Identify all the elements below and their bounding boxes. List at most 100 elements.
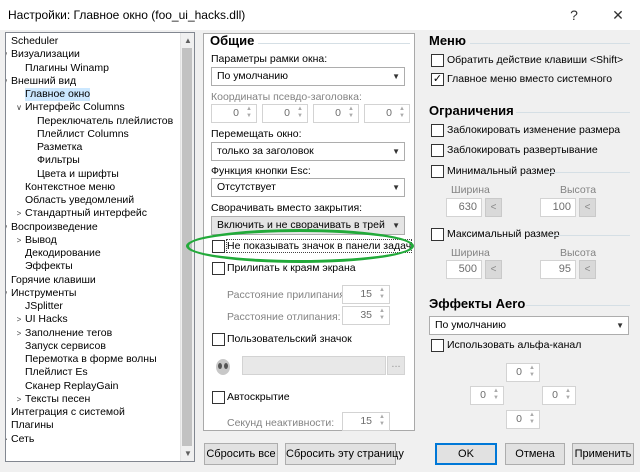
snap-distance-spin[interactable]: 15 ▲ ▼ <box>342 285 390 304</box>
tree-item[interactable]: Вывод <box>25 234 57 247</box>
aero-margin-left[interactable]: 0 ▲ ▼ <box>470 386 504 405</box>
apply-button[interactable]: Применить <box>572 443 634 465</box>
chevron-right-icon[interactable]: > <box>14 207 24 220</box>
tree-item[interactable]: Сканер ReplayGain <box>25 380 119 393</box>
tree-item[interactable]: Фильтры <box>37 154 80 167</box>
main-menu-checkbox[interactable]: ✓ <box>431 73 444 86</box>
max-size-label[interactable]: Максимальный размер <box>447 228 560 240</box>
min-width-input[interactable]: 630 <box>446 198 482 217</box>
ok-button[interactable]: OK <box>435 443 497 465</box>
max-width-input[interactable]: 500 <box>446 260 482 279</box>
cancel-button[interactable]: Отмена <box>505 443 565 465</box>
aero-select[interactable]: По умолчанию ▼ <box>429 316 629 335</box>
tree-item[interactable]: Плагины <box>11 419 54 432</box>
max-height-input[interactable]: 95 <box>540 260 576 279</box>
tree-item[interactable]: Интеграция с системой <box>11 406 125 419</box>
chevron-right-icon[interactable]: > <box>14 393 24 406</box>
tree-item[interactable]: Переключатель плейлистов <box>37 115 173 128</box>
lock-maximize-label[interactable]: Заблокировать развертывание <box>447 144 598 156</box>
tree-item[interactable]: Горячие клавиши <box>11 274 96 287</box>
autohide-label[interactable]: Автоскрытие <box>227 391 290 403</box>
tree-item[interactable]: UI Hacks <box>25 313 68 326</box>
aero-rule <box>526 305 630 306</box>
chevron-down-icon[interactable]: ∨ <box>6 48 10 61</box>
autohide-checkbox[interactable] <box>212 391 225 404</box>
main-menu-label[interactable]: Главное меню вместо системного <box>447 73 612 85</box>
settings-tree[interactable]: SchedulerВизуализации∨Плагины WinampВнеш… <box>5 32 195 462</box>
scroll-down-icon[interactable]: ▼ <box>181 446 195 460</box>
close-icon: ✕ <box>612 6 624 23</box>
tree-item[interactable]: Цвета и шрифты <box>37 168 119 181</box>
lock-maximize-checkbox[interactable] <box>431 144 444 157</box>
snap-checkbox[interactable] <box>212 262 225 275</box>
snap-label[interactable]: Прилипать к краям экрана <box>227 262 356 274</box>
chevron-down-icon[interactable]: ∨ <box>6 221 10 234</box>
pseudo-spin-2[interactable]: 0 ▲ ▼ <box>262 104 308 123</box>
tree-item[interactable]: Внешний вид <box>11 75 76 88</box>
custom-icon-checkbox[interactable] <box>212 333 225 346</box>
tree-item[interactable]: Стандартный интерфейс <box>25 207 147 220</box>
chevron-down-icon[interactable]: ∨ <box>14 101 24 114</box>
chevron-right-icon[interactable]: > <box>14 234 24 247</box>
esc-select[interactable]: Отсутствует ▼ <box>211 178 405 197</box>
icon-path-input[interactable] <box>242 356 386 375</box>
tree-item[interactable]: Эффекты <box>25 260 73 273</box>
chevron-right-icon[interactable]: > <box>14 313 24 326</box>
min-size-label[interactable]: Минимальный размер <box>447 165 555 177</box>
tree-item[interactable]: JSplitter <box>25 300 63 313</box>
tree-item[interactable]: Сеть <box>11 433 34 446</box>
chevron-right-icon[interactable]: > <box>14 327 24 340</box>
tree-item[interactable]: Перемотка в форме волны <box>25 353 157 366</box>
tree-item[interactable]: Воспроизведение <box>11 221 98 234</box>
aero-margin-right[interactable]: 0 ▲ ▼ <box>542 386 576 405</box>
max-size-checkbox[interactable] <box>431 228 444 241</box>
chevron-down-icon[interactable]: ∨ <box>6 75 10 88</box>
pseudo-spin-4[interactable]: 0 ▲ ▼ <box>364 104 410 123</box>
tree-item[interactable]: Визуализации <box>11 48 80 61</box>
tree-item[interactable]: Плагины Winamp <box>25 62 109 75</box>
tree-item[interactable]: Запуск сервисов <box>25 340 106 353</box>
reset-page-button[interactable]: Сбросить эту страницу <box>285 443 404 465</box>
min-height-pick-button[interactable]: < <box>579 198 596 217</box>
tree-item[interactable]: Область уведомлений <box>25 194 134 207</box>
min-height-input[interactable]: 100 <box>540 198 576 217</box>
tree-item[interactable]: Главное окно <box>25 88 91 101</box>
inactive-seconds-spin[interactable]: 15 ▲ ▼ <box>342 412 390 431</box>
tree-item[interactable]: Плейлист Es <box>25 366 88 379</box>
unsnap-distance-spin[interactable]: 35 ▲ ▼ <box>342 306 390 325</box>
tree-item[interactable]: Интерфейс Columns <box>25 101 125 114</box>
reset-all-button[interactable]: Сбросить все <box>204 443 278 465</box>
invert-shift-label[interactable]: Обратить действие клавиши <Shift> <box>447 54 623 66</box>
pseudo-spin-1[interactable]: 0 ▲ ▼ <box>211 104 257 123</box>
scroll-up-icon[interactable]: ▲ <box>181 33 195 47</box>
invert-shift-checkbox[interactable] <box>431 54 444 67</box>
lock-resize-checkbox[interactable] <box>431 124 444 137</box>
browse-icon-button[interactable]: ... <box>387 356 405 375</box>
chevron-down-icon[interactable]: ∨ <box>6 287 10 300</box>
pseudo-spin-3[interactable]: 0 ▲ ▼ <box>313 104 359 123</box>
tree-item[interactable]: Инструменты <box>11 287 76 300</box>
tree-item[interactable]: Декодирование <box>25 247 101 260</box>
snap-distance-label: Расстояние прилипания: <box>227 289 348 301</box>
aero-margin-bottom[interactable]: 0 ▲ ▼ <box>506 410 540 429</box>
min-width-pick-button[interactable]: < <box>485 198 502 217</box>
help-button[interactable]: ? <box>552 0 596 30</box>
max-height-pick-button[interactable]: < <box>579 260 596 279</box>
move-select[interactable]: только за заголовок ▼ <box>211 142 405 161</box>
alpha-label[interactable]: Использовать альфа-канал <box>447 339 581 351</box>
aero-margin-top[interactable]: 0 ▲ ▼ <box>506 363 540 382</box>
tree-item[interactable]: Плейлист Columns <box>37 128 129 141</box>
close-button[interactable]: ✕ <box>596 0 640 30</box>
alpha-checkbox[interactable] <box>431 339 444 352</box>
tree-item[interactable]: Scheduler <box>11 35 58 48</box>
tree-item[interactable]: Заполнение тегов <box>25 327 112 340</box>
tree-item[interactable]: Контекстное меню <box>25 181 115 194</box>
lock-resize-label[interactable]: Заблокировать изменение размера <box>447 124 620 136</box>
custom-icon-label[interactable]: Пользовательский значок <box>227 333 352 345</box>
tree-item[interactable]: Тексты песен <box>25 393 90 406</box>
chevron-right-icon[interactable]: > <box>6 433 10 446</box>
tree-item[interactable]: Разметка <box>37 141 82 154</box>
min-size-checkbox[interactable] <box>431 165 444 178</box>
frame-select[interactable]: По умолчанию ▼ <box>211 67 405 86</box>
max-width-pick-button[interactable]: < <box>485 260 502 279</box>
